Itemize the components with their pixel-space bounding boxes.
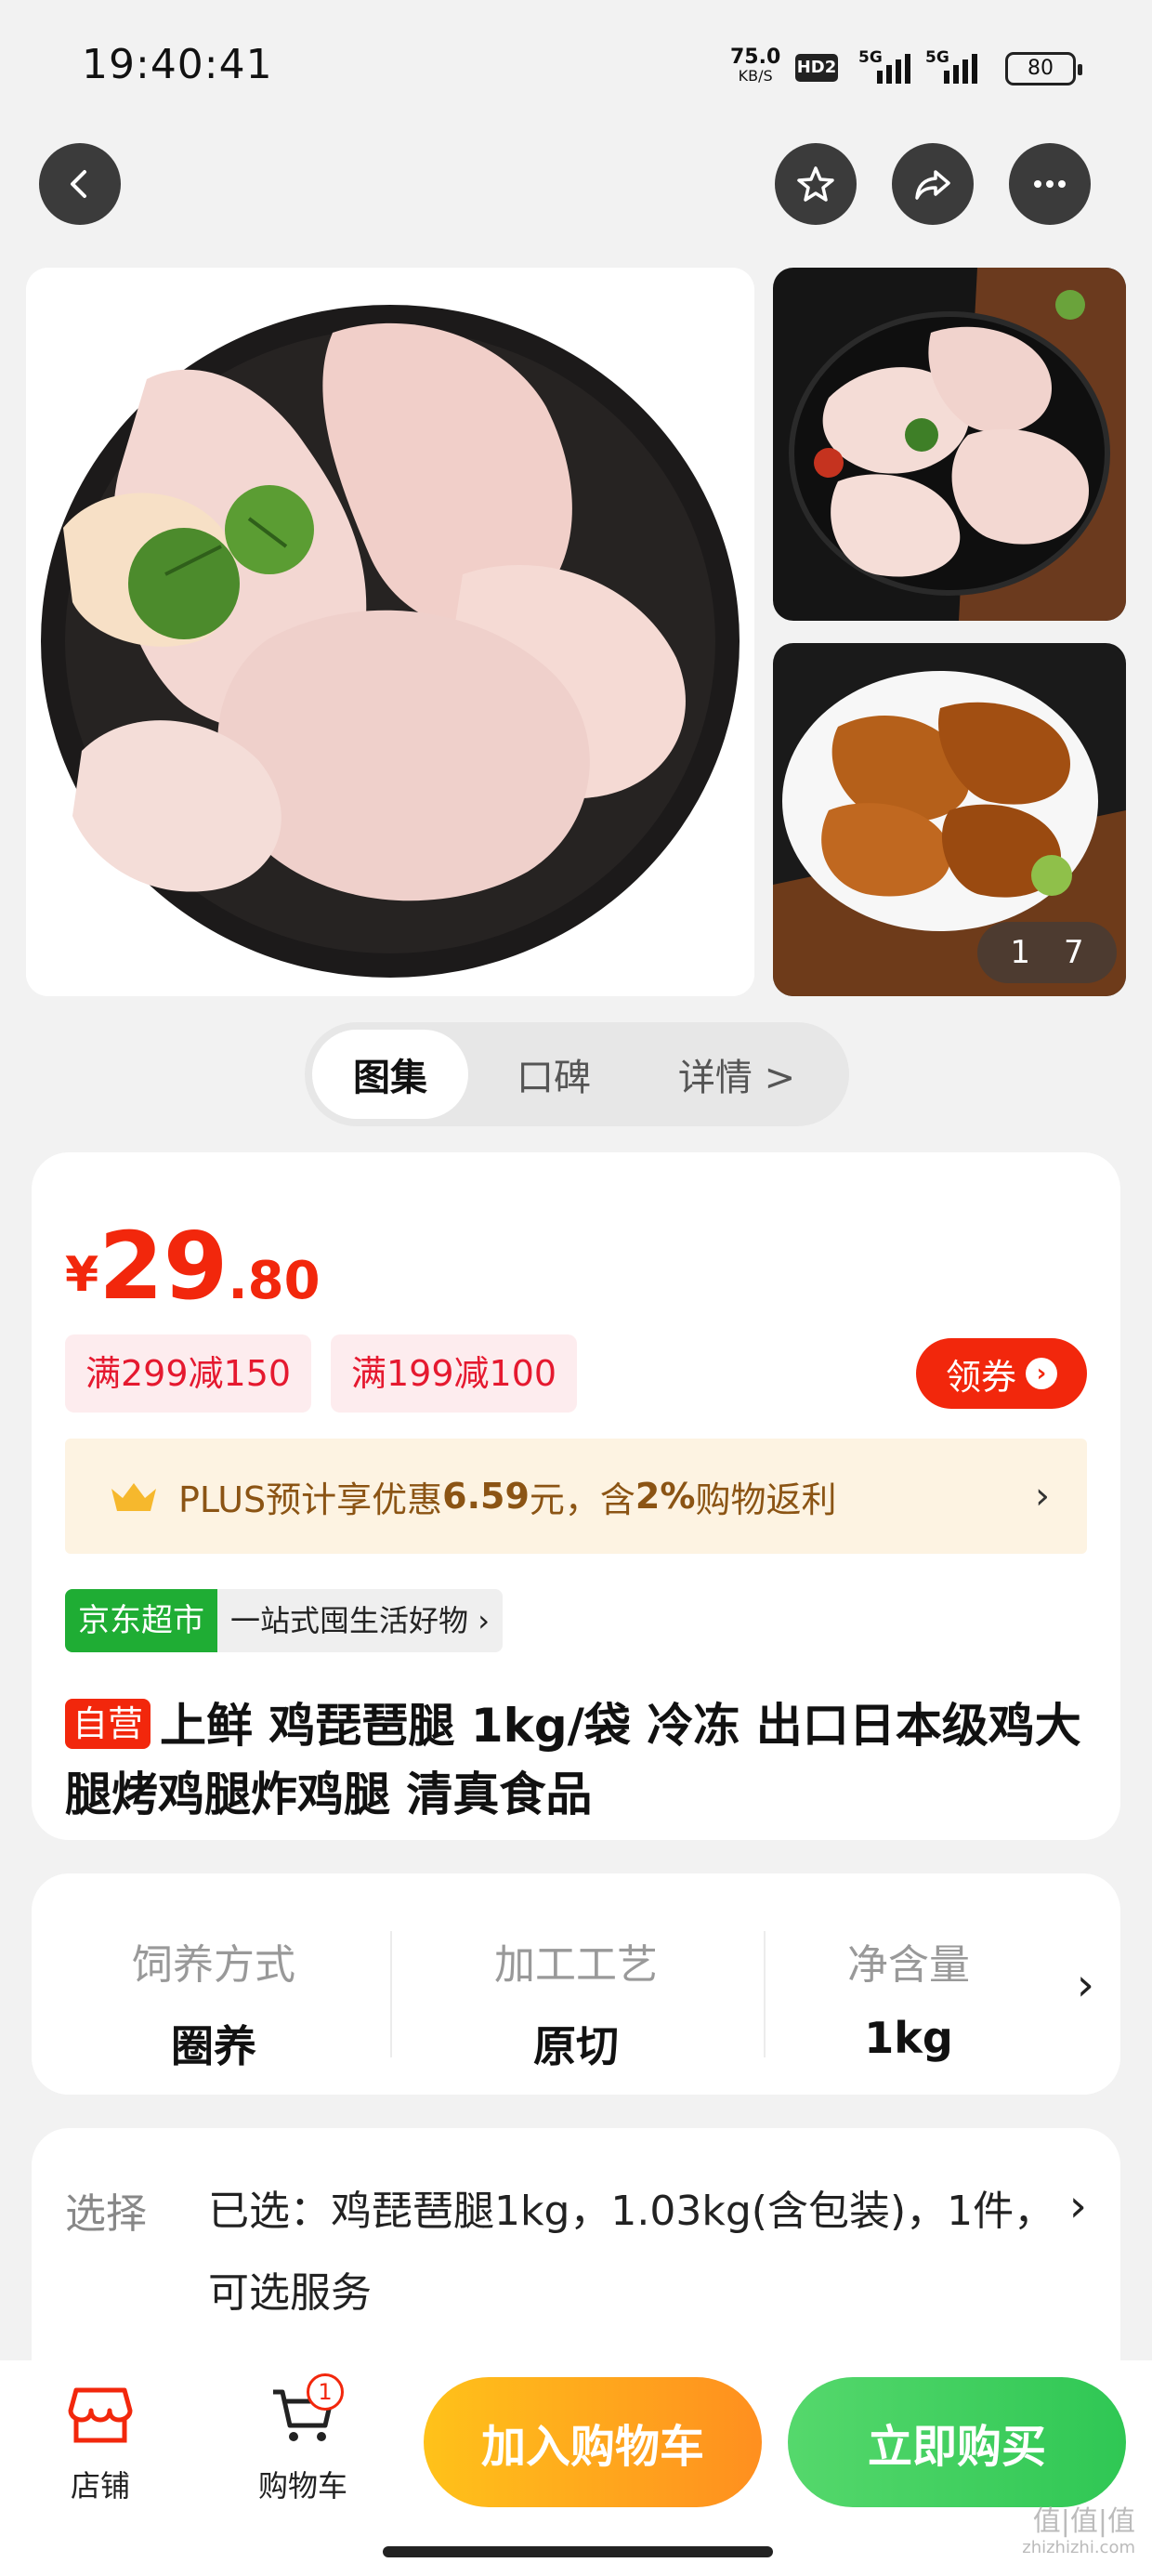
- store-label: 店铺: [70, 2468, 130, 2504]
- divider: [390, 1931, 392, 2057]
- store-slogan: 一站式囤生活好物: [230, 1603, 469, 1638]
- product-thumbnail-cooked[interactable]: 1 7: [773, 643, 1126, 996]
- spec-key: 净含量: [847, 1941, 970, 1989]
- image-counter: 1 7: [977, 922, 1117, 983]
- selection-text: 已选：鸡琵琶腿1kg，1.03kg(含包装)，1件，可选服务: [208, 2188, 1055, 2317]
- tab-reviews[interactable]: 口碑: [468, 1030, 639, 1119]
- tab-gallery[interactable]: 图集: [312, 1030, 468, 1119]
- product-price: ¥29.80: [65, 1212, 321, 1321]
- home-indicator[interactable]: [383, 2546, 773, 2557]
- price-currency: ¥: [65, 1247, 99, 1303]
- cart-count-badge: 1: [307, 2373, 344, 2411]
- network-speed-value: 75.0: [730, 46, 781, 69]
- price-card: ¥29.80 满299减150 满199减100 领券 › PLUS预计享优惠 6…: [32, 1152, 1120, 1840]
- section-tabs: 图集 口碑 详情 >: [305, 1022, 849, 1126]
- product-main-image[interactable]: [26, 268, 754, 996]
- plus-amount: 6.59: [442, 1476, 530, 1517]
- store-button[interactable]: 店铺: [45, 2383, 156, 2505]
- back-icon: [71, 170, 86, 198]
- plus-mid: 元，含: [529, 1479, 635, 1520]
- watermark-text: 值|值|值: [1032, 2505, 1135, 2538]
- more-button[interactable]: [1009, 143, 1091, 225]
- chevron-right-icon: ›: [1068, 2180, 1087, 2232]
- battery-icon: 80: [1005, 52, 1082, 85]
- plus-prefix: PLUS预计享优惠: [178, 1479, 443, 1520]
- more-icon: [1034, 180, 1066, 188]
- crown-icon: [111, 1483, 156, 1511]
- hd-voice-icon: HD2: [795, 54, 838, 82]
- signal-icon-sim1: 5G: [858, 48, 914, 85]
- selection-label: 选择: [65, 2190, 147, 2238]
- store-icon: [68, 2387, 133, 2443]
- jd-supermarket-badge: 京东超市: [65, 1589, 217, 1652]
- spec-value: 原切: [533, 2021, 619, 2071]
- plus-rate: 2%: [635, 1476, 696, 1517]
- store-tag[interactable]: 京东超市 一站式囤生活好物 ›: [65, 1589, 503, 1652]
- watermark-domain: zhizhizhi.com: [1022, 2538, 1135, 2557]
- get-coupon-button[interactable]: 领券 ›: [916, 1338, 1087, 1409]
- price-integer: 29: [98, 1212, 229, 1321]
- plus-benefit-banner[interactable]: PLUS预计享优惠 6.59 元，含 2% 购物返利 ›: [65, 1439, 1087, 1554]
- cart-label: 购物车: [257, 2468, 347, 2504]
- raw-drumsticks-thumbnail-image: [773, 268, 1126, 621]
- plus-suffix: 购物返利: [695, 1479, 837, 1520]
- specs-card[interactable]: 饲养方式 圈养 加工工艺 原切 净含量 1kg ›: [32, 1873, 1120, 2095]
- add-to-cart-button[interactable]: 加入购物车: [424, 2377, 762, 2507]
- chevron-right-icon: ›: [1035, 1475, 1050, 1518]
- favorite-button[interactable]: [775, 143, 857, 225]
- product-title: 自营 上鲜 鸡琵琶腿 1kg/袋 冷冻 出口日本级鸡大腿烤鸡腿炸鸡腿 清真食品: [65, 1691, 1096, 1829]
- chevron-right-icon: ›: [1076, 1959, 1094, 2011]
- spec-key: 加工工艺: [494, 1941, 658, 1989]
- spec-item: 饲养方式 圈养: [32, 1873, 396, 2095]
- star-icon: [797, 166, 834, 202]
- image-counter-total: 7: [1064, 934, 1084, 971]
- spec-value: 1kg: [864, 2013, 953, 2063]
- get-coupon-label: 领券: [945, 1356, 1016, 1398]
- watermark: 值|值|值 zhizhizhi.com: [1022, 2508, 1135, 2561]
- network-speed-unit: KB/S: [738, 67, 773, 85]
- price-decimal: .80: [228, 1251, 321, 1311]
- status-bar: 19:40:41 75.0 KB/S HD2 5G 5G 80: [0, 0, 1152, 139]
- chicken-drumsticks-plate-image: [26, 268, 754, 996]
- spec-item: 加工工艺 原切: [394, 1873, 758, 2095]
- spec-key: 饲养方式: [132, 1941, 295, 1989]
- tab-details[interactable]: 详情 >: [639, 1030, 834, 1119]
- product-title-text: 上鲜 鸡琵琶腿 1kg/袋 冷冻 出口日本级鸡大腿烤鸡腿炸鸡腿 清真食品: [65, 1699, 1081, 1821]
- cart-button[interactable]: 购物车 1: [247, 2373, 359, 2505]
- back-button[interactable]: [39, 143, 121, 225]
- spec-item: 净含量 1kg: [741, 1873, 1076, 2095]
- chevron-right-icon: ›: [478, 1603, 490, 1638]
- chevron-right-icon: ›: [1026, 1358, 1057, 1389]
- product-thumbnail-raw[interactable]: [773, 268, 1126, 621]
- image-counter-current: 1: [1010, 934, 1030, 971]
- bottom-action-bar: 店铺 购物车 1 加入购物车 立即购买: [0, 2360, 1152, 2576]
- spec-value: 圈养: [171, 2021, 256, 2071]
- share-icon: [915, 170, 950, 200]
- status-time: 19:40:41: [82, 41, 273, 88]
- self-operated-badge: 自营: [65, 1699, 151, 1749]
- coupon-tag[interactable]: 满299减150: [65, 1334, 312, 1413]
- coupon-tag[interactable]: 满199减100: [331, 1334, 578, 1413]
- buy-now-button[interactable]: 立即购买: [788, 2377, 1126, 2507]
- signal-icon-sim2: 5G: [925, 48, 981, 85]
- network-speed: 75.0 KB/S: [730, 46, 781, 85]
- share-button[interactable]: [892, 143, 974, 225]
